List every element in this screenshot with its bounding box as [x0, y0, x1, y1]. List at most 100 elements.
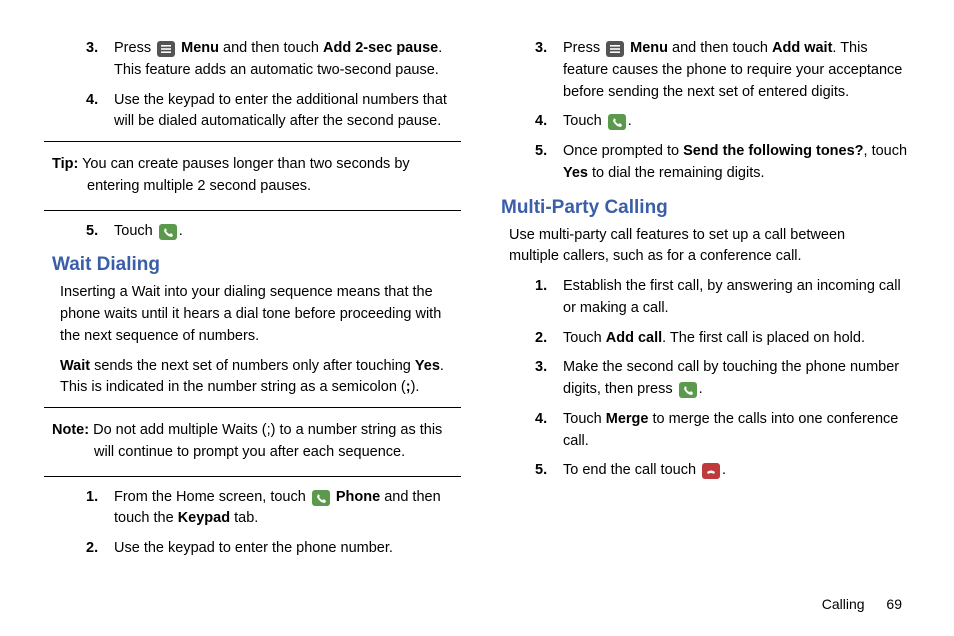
wait-dialing-heading: Wait Dialing	[52, 254, 461, 276]
tip-text: You can create pauses longer than two se…	[82, 156, 410, 172]
step-number: 4.	[86, 90, 114, 134]
end-call-icon	[702, 463, 720, 479]
paragraph: Use multi-party call features to set up …	[509, 225, 894, 269]
text: From the Home screen, touch	[114, 489, 310, 505]
list-item: 5. Once prompted to Send the following t…	[493, 141, 910, 185]
note-callout: Note: Do not add multiple Waits (;) to a…	[44, 416, 461, 468]
list-item: 3. Press Menu and then touch Add wait. T…	[493, 38, 910, 103]
step-body: Touch .	[563, 111, 910, 133]
tip-continuation: entering multiple 2 second pauses.	[87, 176, 453, 198]
step-body: Make the second call by touching the pho…	[563, 357, 910, 401]
list-item: 3. Make the second call by touching the …	[493, 357, 910, 401]
step-body: From the Home screen, touch Phone and th…	[114, 487, 461, 531]
menu-icon	[157, 41, 175, 57]
step-number: 2.	[535, 328, 563, 350]
text: .	[179, 223, 183, 239]
step-body: Touch Add call. The first call is placed…	[563, 328, 910, 350]
phone-icon	[159, 224, 177, 240]
step-number: 4.	[535, 409, 563, 453]
bold: Add call	[606, 330, 662, 346]
step-number: 5.	[86, 221, 114, 243]
text: sends the next set of numbers only after…	[90, 358, 415, 374]
text: ).	[411, 379, 420, 395]
step-number: 5.	[535, 460, 563, 482]
text: To end the call touch	[563, 462, 700, 478]
step-body: Use the keypad to enter the phone number…	[114, 538, 461, 560]
bold: Menu	[630, 40, 668, 56]
tip-label: Tip:	[52, 156, 78, 172]
step-body: To end the call touch .	[563, 460, 910, 482]
step-body: Touch Merge to merge the calls into one …	[563, 409, 910, 453]
step-number: 3.	[86, 38, 114, 82]
bold: Yes	[563, 165, 588, 181]
multi-party-calling-heading: Multi-Party Calling	[501, 197, 910, 219]
text: Touch	[563, 330, 606, 346]
text: , touch	[864, 143, 908, 159]
divider	[44, 476, 461, 477]
divider	[44, 141, 461, 142]
left-column: 3. Press Menu and then touch Add 2-sec p…	[44, 38, 461, 568]
divider	[44, 407, 461, 408]
text: and then touch	[219, 40, 323, 56]
list-item: 2. Use the keypad to enter the phone num…	[44, 538, 461, 560]
note-label: Note:	[52, 422, 89, 438]
bold: Add wait	[772, 40, 832, 56]
right-column: 3. Press Menu and then touch Add wait. T…	[493, 38, 910, 568]
bold: Wait	[60, 358, 90, 374]
list-item: 2. Touch Add call. The first call is pla…	[493, 328, 910, 350]
list-item: 4. Touch Merge to merge the calls into o…	[493, 409, 910, 453]
bold: Yes	[415, 358, 440, 374]
step-number: 3.	[535, 38, 563, 103]
list-item: 1. Establish the first call, by answerin…	[493, 276, 910, 320]
tip-callout: Tip: You can create pauses longer than t…	[44, 150, 461, 202]
bold: Menu	[181, 40, 219, 56]
bold: Send the following tones?	[683, 143, 863, 159]
list-item: 3. Press Menu and then touch Add 2-sec p…	[44, 38, 461, 82]
phone-icon	[608, 114, 626, 130]
bold: Add 2-sec pause	[323, 40, 438, 56]
list-item: 5. To end the call touch .	[493, 460, 910, 482]
page-number: 69	[886, 596, 902, 612]
text: Touch	[563, 411, 606, 427]
step-body: Touch .	[114, 221, 461, 243]
text: tab.	[230, 510, 258, 526]
paragraph: Wait sends the next set of numbers only …	[60, 356, 445, 400]
section-name: Calling	[822, 596, 865, 612]
page-body: 3. Press Menu and then touch Add 2-sec p…	[0, 0, 954, 568]
step-body: Use the keypad to enter the additional n…	[114, 90, 461, 134]
bold: Phone	[336, 489, 380, 505]
text: Once prompted to	[563, 143, 683, 159]
paragraph: Inserting a Wait into your dialing seque…	[60, 282, 445, 347]
menu-icon	[606, 41, 624, 57]
text: .	[699, 381, 703, 397]
note-continuation: will continue to prompt you after each s…	[94, 442, 453, 464]
bold: Keypad	[178, 510, 230, 526]
step-number: 2.	[86, 538, 114, 560]
text: Press	[114, 40, 155, 56]
text: . The first call is placed on hold.	[662, 330, 865, 346]
divider	[44, 210, 461, 211]
note-text: Do not add multiple Waits (;) to a numbe…	[93, 422, 442, 438]
text: and then touch	[668, 40, 772, 56]
step-number: 5.	[535, 141, 563, 185]
phone-icon	[679, 382, 697, 398]
text: .	[722, 462, 726, 478]
text: Touch	[114, 223, 157, 239]
text: Touch	[563, 113, 606, 129]
list-item: 5. Touch .	[44, 221, 461, 243]
step-body: Once prompted to Send the following tone…	[563, 141, 910, 185]
step-number: 3.	[535, 357, 563, 401]
step-number: 1.	[86, 487, 114, 531]
list-item: 1. From the Home screen, touch Phone and…	[44, 487, 461, 531]
step-body: Establish the first call, by answering a…	[563, 276, 910, 320]
list-item: 4. Use the keypad to enter the additiona…	[44, 90, 461, 134]
text: to dial the remaining digits.	[588, 165, 765, 181]
step-body: Press Menu and then touch Add wait. This…	[563, 38, 910, 103]
text: Press	[563, 40, 604, 56]
phone-app-icon	[312, 490, 330, 506]
text: .	[628, 113, 632, 129]
step-number: 1.	[535, 276, 563, 320]
text: Make the second call by touching the pho…	[563, 359, 899, 397]
step-number: 4.	[535, 111, 563, 133]
step-body: Press Menu and then touch Add 2-sec paus…	[114, 38, 461, 82]
